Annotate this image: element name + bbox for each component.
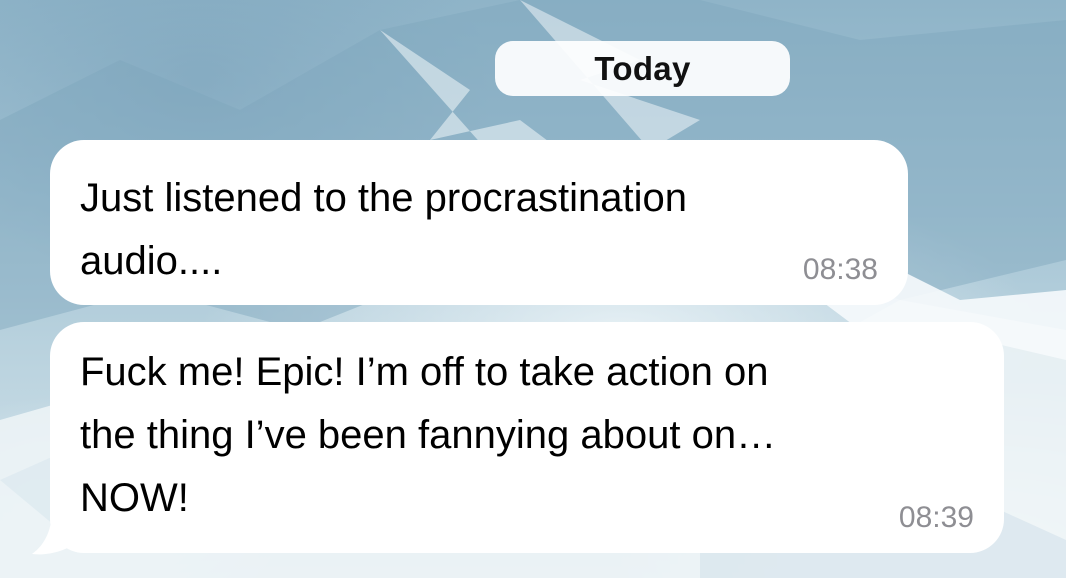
message-text: Just listened to the procrastination aud… — [80, 176, 688, 283]
message-timestamp: 08:38 — [802, 253, 878, 286]
message-text: Fuck me! Epic! I’m off to take action on… — [80, 350, 777, 520]
message-timestamp: 08:39 — [898, 501, 974, 534]
date-separator-label: Today — [594, 49, 691, 87]
message-bubble[interactable]: Fuck me! Epic! I’m off to take action on… — [50, 322, 1004, 553]
message-bubble[interactable]: Just listened to the procrastination aud… — [50, 140, 908, 305]
date-separator: Today — [495, 41, 790, 96]
bubble-tail-icon — [32, 510, 80, 555]
